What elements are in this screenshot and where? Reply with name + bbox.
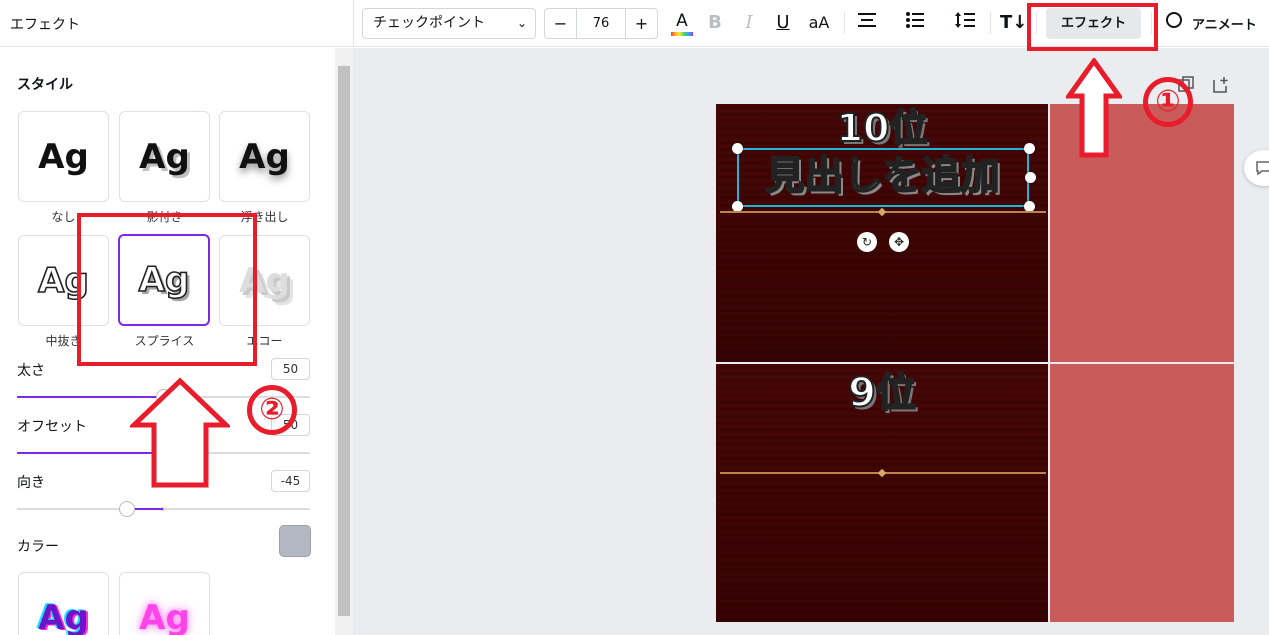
text-color-bar [671,32,693,36]
style-preview: Ag [38,136,89,177]
annotation-marker-2: ② [247,385,297,435]
bullet-list-svg [906,12,924,28]
style-preview: Ag [139,136,190,177]
thickness-value[interactable]: 50 [271,358,310,380]
add-page-icon[interactable] [1212,76,1230,98]
scrollbar-thumb[interactable] [338,66,350,616]
annotation-box-splice-style [77,213,257,366]
panel-title: エフェクト [10,17,80,33]
annotation-arrow-up-icon [130,377,230,488]
italic-icon[interactable]: I [738,11,760,35]
rank-9-text[interactable]: 9位 [716,367,1048,419]
offset-label: オフセット [17,419,87,435]
bullet-list-icon[interactable] [902,11,928,35]
animate-button[interactable]: アニメート [1192,14,1257,33]
style-none-card[interactable]: Ag [18,111,109,202]
resize-handle[interactable] [732,143,743,154]
style-glitch-card[interactable]: Ag [18,572,109,635]
line-spacing-icon[interactable] [952,11,978,35]
resize-handle[interactable] [1025,172,1036,183]
move-icon[interactable]: ✥ [889,232,909,252]
font-family-select[interactable]: チェックポイント ⌄ [362,8,536,39]
chevron-down-icon: ⌄ [516,16,527,30]
font-size-decrease-button[interactable]: − [545,9,576,38]
font-size-increase-button[interactable]: + [626,9,657,38]
panel-scrollbar[interactable] [335,48,353,635]
align-center-icon[interactable] [854,11,880,35]
underline-icon[interactable]: U [772,11,794,35]
annotation-box-effects-button [1027,3,1158,51]
slider-knob[interactable] [119,501,135,517]
text-orientation-icon[interactable]: T↓ [1000,11,1027,35]
direction-label: 向き [17,475,45,491]
resize-handle[interactable] [1024,143,1035,154]
toolbar-divider [990,12,991,34]
line-spacing-svg [955,12,975,28]
color-label: カラー [17,539,59,555]
annotation-marker-1: ① [1143,77,1193,127]
color-swatch[interactable] [279,525,311,557]
font-size-input[interactable]: 76 [576,9,626,38]
letter-case-icon[interactable]: aA [804,11,834,35]
style-neon-card[interactable]: Ag [119,572,210,635]
font-size-stepper: − 76 + [544,8,658,39]
toolbar-divider [844,12,845,34]
add-page-svg [1213,77,1228,93]
style-lift-card[interactable]: Ag [219,111,310,202]
style-preview: Ag [239,136,290,177]
tile-red-bottom[interactable] [1050,364,1234,622]
text-color-icon[interactable]: A [671,9,693,33]
direction-value[interactable]: -45 [271,470,310,492]
selection-box [737,148,1029,207]
editor-screen: エフェクト スタイル Ag なし Ag 影付き Ag 浮き出し Ag 中抜き A… [0,0,1269,635]
align-center-svg [858,13,876,27]
annotation-arrow-up-icon [1066,58,1122,158]
thickness-label: 太さ [17,363,45,379]
effects-panel-header: エフェクト [0,0,353,47]
animate-icon [1166,12,1182,28]
style-section-title: スタイル [17,77,73,93]
style-preview: Ag [38,597,89,635]
direction-slider[interactable] [17,501,310,517]
bold-icon[interactable]: B [704,11,726,35]
style-shadow-card[interactable]: Ag [119,111,210,202]
rotate-icon[interactable]: ↻ [857,232,877,252]
style-preview: Ag [139,597,190,635]
comment-icon [1256,161,1269,176]
font-family-value: チェックポイント [373,15,485,31]
rank-10-text[interactable]: 10位 [716,104,1048,152]
